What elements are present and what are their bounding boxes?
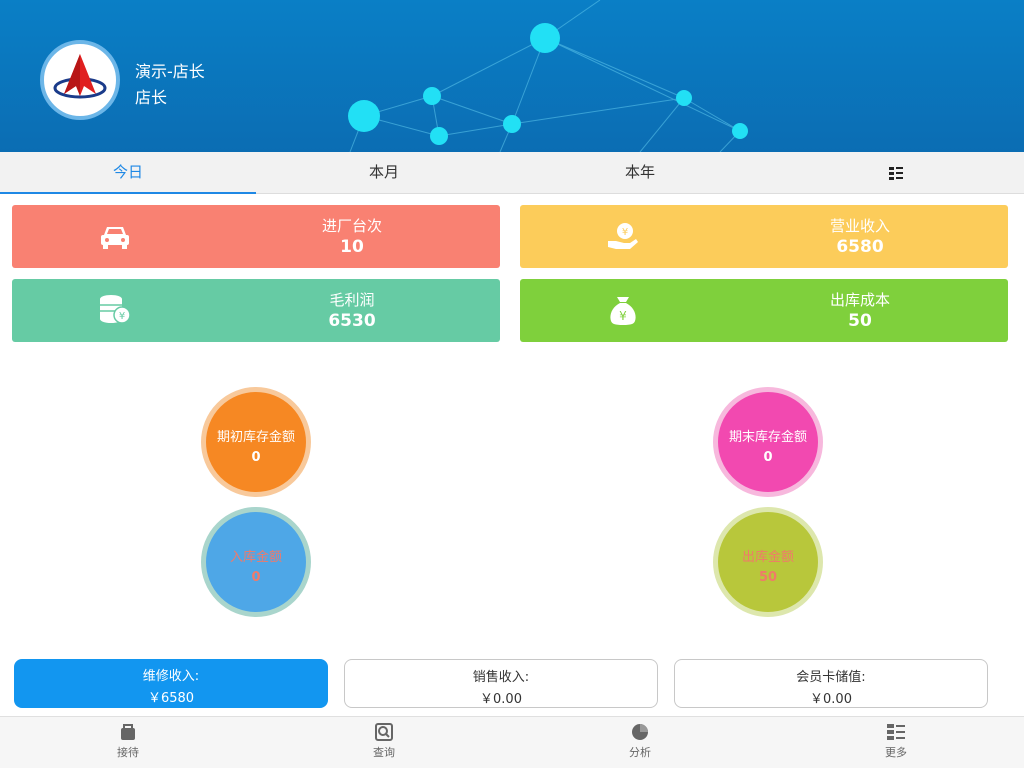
stat-title: 进厂台次 bbox=[321, 217, 382, 235]
nav-search[interactable]: 查询 bbox=[256, 717, 512, 768]
bottom-nav: 接待 查询 分析 更多 bbox=[0, 716, 1024, 768]
user-role: 店长 bbox=[135, 88, 168, 107]
profile-header: 演示-店长 店长 bbox=[0, 0, 1024, 152]
nav-label: 查询 bbox=[373, 746, 395, 759]
pie-chart-icon bbox=[632, 724, 648, 740]
circle-value: 0 bbox=[251, 570, 261, 585]
circle-closing-inventory[interactable]: 期末库存金额 0 bbox=[713, 387, 823, 497]
search-icon bbox=[375, 723, 393, 741]
stat-title: 毛利润 bbox=[329, 291, 375, 309]
nav-more[interactable]: 更多 bbox=[768, 717, 1024, 768]
stat-card-revenue[interactable]: ¥ 营业收入 6580 bbox=[520, 205, 1008, 268]
income-value: ￥0.00 bbox=[480, 692, 522, 707]
nav-label: 接待 bbox=[117, 746, 139, 759]
money-bag-icon: ¥ bbox=[610, 297, 636, 325]
svg-text:¥: ¥ bbox=[622, 227, 628, 238]
more-list-icon bbox=[887, 724, 905, 740]
circle-inbound-amount[interactable]: 入库金额 0 bbox=[201, 507, 311, 617]
circle-title: 出库金额 bbox=[741, 550, 794, 565]
stat-card-gross-profit[interactable]: ¥ 毛利润 6530 bbox=[12, 279, 500, 342]
car-icon bbox=[101, 227, 129, 249]
period-tabs: 今日 本月 本年 bbox=[0, 152, 1024, 194]
stat-value: 6530 bbox=[328, 311, 376, 331]
income-label: 销售收入: bbox=[472, 670, 530, 685]
stat-value: 6580 bbox=[836, 237, 884, 257]
stat-title: 营业收入 bbox=[829, 217, 890, 235]
stat-card-vehicles[interactable]: 进厂台次 10 bbox=[12, 205, 500, 268]
money-hand-icon: ¥ bbox=[608, 223, 638, 249]
circle-outbound-amount[interactable]: 出库金额 50 bbox=[713, 507, 823, 617]
stat-title: 出库成本 bbox=[829, 291, 890, 309]
tab-more[interactable] bbox=[768, 152, 1024, 193]
nav-label: 更多 bbox=[885, 746, 907, 759]
income-repair[interactable]: 维修收入: ￥6580 bbox=[14, 659, 328, 708]
coin-stack-icon: ¥ bbox=[100, 295, 131, 324]
income-label: 维修收入: bbox=[142, 669, 200, 684]
svg-text:¥: ¥ bbox=[119, 311, 125, 322]
nav-analysis[interactable]: 分析 bbox=[512, 717, 768, 768]
logo-icon bbox=[53, 54, 107, 99]
income-member-card[interactable]: 会员卡储值: ￥0.00 bbox=[674, 659, 988, 708]
reception-icon bbox=[121, 724, 135, 740]
nav-label: 分析 bbox=[629, 746, 651, 759]
stat-value: 10 bbox=[340, 237, 364, 257]
circle-title: 入库金额 bbox=[229, 550, 282, 565]
user-name: 演示-店长 bbox=[135, 62, 205, 81]
income-sales[interactable]: 销售收入: ￥0.00 bbox=[344, 659, 658, 708]
circle-title: 期末库存金额 bbox=[728, 430, 807, 445]
brand-logo bbox=[40, 40, 120, 120]
stat-value: 50 bbox=[848, 311, 872, 331]
circle-value: 0 bbox=[251, 450, 261, 465]
income-label: 会员卡储值: bbox=[796, 670, 866, 685]
circle-title: 期初库存金额 bbox=[216, 430, 295, 445]
circle-value: 50 bbox=[758, 570, 778, 585]
stat-card-outbound-cost[interactable]: ¥ 出库成本 50 bbox=[520, 279, 1008, 342]
circle-opening-inventory[interactable]: 期初库存金额 0 bbox=[201, 387, 311, 497]
circle-value: 0 bbox=[763, 450, 773, 465]
nav-reception[interactable]: 接待 bbox=[0, 717, 256, 768]
income-value: ￥6580 bbox=[147, 691, 195, 706]
income-value: ￥0.00 bbox=[810, 692, 852, 707]
svg-text:¥: ¥ bbox=[619, 309, 627, 323]
tab-today[interactable]: 今日 bbox=[0, 152, 256, 194]
tab-month[interactable]: 本月 bbox=[256, 152, 512, 193]
list-grid-icon bbox=[889, 166, 903, 180]
tab-year[interactable]: 本年 bbox=[512, 152, 768, 193]
